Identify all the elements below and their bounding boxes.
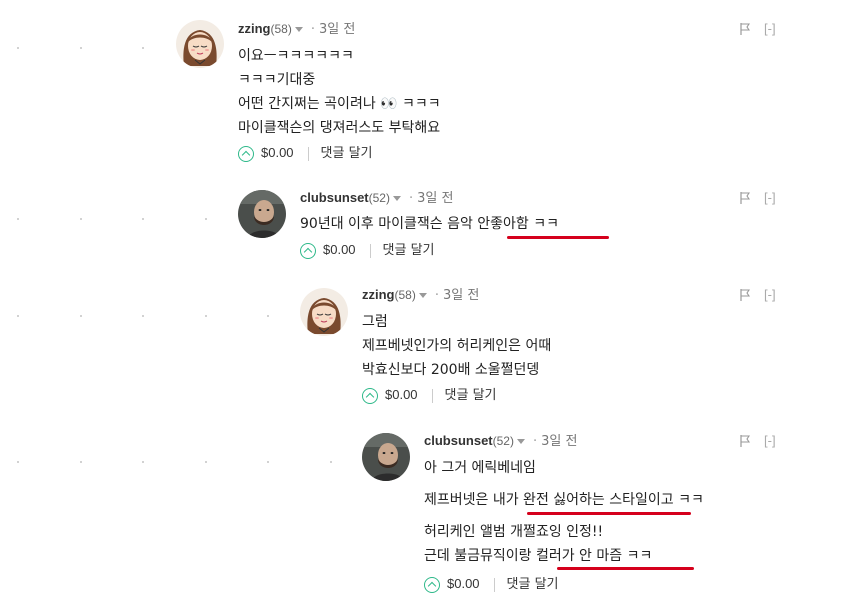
decorative-dot xyxy=(330,461,332,463)
avatar[interactable] xyxy=(300,288,348,336)
comment-body: 이요ㅡㅋㅋㅋㅋㅋㅋ ㅋㅋㅋ기대중 어떤 간지쩌는 곡이려나 👀 ㅋㅋㅋ 마이클잭… xyxy=(238,44,441,140)
comment-header: zzing(58) · 3일 전 xyxy=(362,286,479,304)
comment-footer: $0.00 댓글 달기 xyxy=(424,574,559,594)
comment-line: 마이클잭슨의 댕져러스도 부탁해요 xyxy=(238,120,441,136)
comment-footer: $0.00 댓글 달기 xyxy=(362,385,497,405)
caret-down-icon[interactable] xyxy=(418,292,427,298)
decorative-dot xyxy=(17,315,19,317)
reply-button[interactable]: 댓글 달기 xyxy=(321,146,373,161)
decorative-dot xyxy=(205,315,207,317)
decorative-dot xyxy=(80,47,82,49)
upvote-icon[interactable] xyxy=(362,387,378,404)
flag-icon[interactable] xyxy=(740,23,750,35)
comment-line: 근데 불금뮤직이랑 컬러가 안 마즘 ㅋㅋ xyxy=(424,548,653,564)
reputation: (52) xyxy=(492,434,514,448)
caret-down-icon[interactable] xyxy=(516,438,525,444)
comment-header: clubsunset(52) · 3일 전 xyxy=(424,432,577,450)
comment-header: clubsunset(52) · 3일 전 xyxy=(300,189,453,207)
separator-dot: · xyxy=(408,191,414,206)
decorative-dot xyxy=(267,461,269,463)
decorative-dot xyxy=(80,461,82,463)
comment-body: 그럼 제프베넷인가의 허리케인은 어때 박효신보다 200배 소울쩔던뎅 xyxy=(362,310,551,382)
reputation: (58) xyxy=(270,22,292,36)
comment-line: 아 그거 에릭베네임 xyxy=(424,460,536,476)
highlight-underline xyxy=(557,567,694,570)
separator-dot: · xyxy=(532,434,538,449)
comment-line: 그럼 xyxy=(362,314,388,330)
divider xyxy=(307,146,309,161)
caret-down-icon[interactable] xyxy=(294,26,303,32)
comment-footer: $0.00 댓글 달기 xyxy=(238,143,373,163)
reputation: (58) xyxy=(394,288,416,302)
decorative-dot xyxy=(17,47,19,49)
payout[interactable]: $0.00 xyxy=(323,242,356,257)
reply-button[interactable]: 댓글 달기 xyxy=(445,388,497,403)
comment-line: 제프버넷은 내가 완전 싫어하는 스타일이고 ㅋㅋ xyxy=(424,492,704,508)
divider xyxy=(369,243,371,258)
payout[interactable]: $0.00 xyxy=(261,145,294,160)
flag-icon[interactable] xyxy=(740,289,750,301)
sleepy-girl-avatar-icon xyxy=(176,20,224,68)
avatar[interactable] xyxy=(176,20,224,68)
divider xyxy=(431,388,433,403)
username[interactable]: clubsunset xyxy=(424,433,493,448)
avatar[interactable] xyxy=(238,190,286,238)
payout[interactable]: $0.00 xyxy=(385,387,418,402)
flag-icon[interactable] xyxy=(740,192,750,204)
username[interactable]: clubsunset xyxy=(300,190,369,205)
upvote-icon[interactable] xyxy=(238,145,254,162)
comment-line: 어떤 간지쩌는 곡이려나 👀 ㅋㅋㅋ xyxy=(238,96,441,112)
decorative-dot xyxy=(267,315,269,317)
username[interactable]: zzing xyxy=(362,287,395,302)
decorative-dot xyxy=(142,47,144,49)
comment-line: 이요ㅡㅋㅋㅋㅋㅋㅋ xyxy=(238,48,354,64)
comment-line: 허리케인 앨범 개쩔죠잉 인정!! xyxy=(424,524,604,540)
comment-header: zzing(58) · 3일 전 xyxy=(238,20,355,38)
comment-date: 3일 전 xyxy=(417,191,454,206)
decorative-dot xyxy=(80,218,82,220)
username[interactable]: zzing xyxy=(238,21,271,36)
comment-line: 제프베넷인가의 허리케인은 어때 xyxy=(362,338,552,354)
separator-dot: · xyxy=(310,22,315,37)
collapse-toggle[interactable]: [-] xyxy=(764,190,776,205)
highlight-underline xyxy=(527,512,691,515)
sleepy-girl-avatar-icon xyxy=(300,288,348,336)
bearded-man-avatar-icon xyxy=(362,433,410,481)
comment-line: ㅋㅋㅋ기대중 xyxy=(238,72,316,88)
comment-body: 90년대 이후 마이클잭슨 음악 안좋아함 ㅋㅋ xyxy=(300,212,559,236)
comment-line: 박효신보다 200배 소울쩔던뎅 xyxy=(362,362,540,378)
comment-date: 3일 전 xyxy=(442,288,480,303)
comment-line: 90년대 이후 마이클잭슨 음악 안좋아함 ㅋㅋ xyxy=(300,216,560,232)
decorative-dot xyxy=(17,218,19,220)
flag-icon[interactable] xyxy=(740,435,750,447)
decorative-dot xyxy=(142,218,144,220)
highlight-underline xyxy=(507,236,609,239)
upvote-icon[interactable] xyxy=(300,242,316,259)
divider xyxy=(493,577,495,592)
reply-button[interactable]: 댓글 달기 xyxy=(507,577,559,592)
collapse-toggle[interactable]: [-] xyxy=(764,433,776,448)
collapse-toggle[interactable]: [-] xyxy=(764,21,776,36)
comment-date: 3일 전 xyxy=(318,22,356,37)
collapse-toggle[interactable]: [-] xyxy=(764,287,776,302)
payout[interactable]: $0.00 xyxy=(447,576,480,591)
comment-date: 3일 전 xyxy=(541,434,578,449)
reply-button[interactable]: 댓글 달기 xyxy=(383,243,435,258)
caret-down-icon[interactable] xyxy=(392,195,401,201)
comment-footer: $0.00 댓글 달기 xyxy=(300,240,435,260)
reputation: (52) xyxy=(368,191,390,205)
upvote-icon[interactable] xyxy=(424,576,440,593)
decorative-dot xyxy=(205,461,207,463)
separator-dot: · xyxy=(434,288,439,303)
bearded-man-avatar-icon xyxy=(238,190,286,238)
decorative-dot xyxy=(17,461,19,463)
decorative-dot xyxy=(142,315,144,317)
decorative-dot xyxy=(142,461,144,463)
decorative-dot xyxy=(80,315,82,317)
decorative-dot xyxy=(205,218,207,220)
avatar[interactable] xyxy=(362,433,410,481)
